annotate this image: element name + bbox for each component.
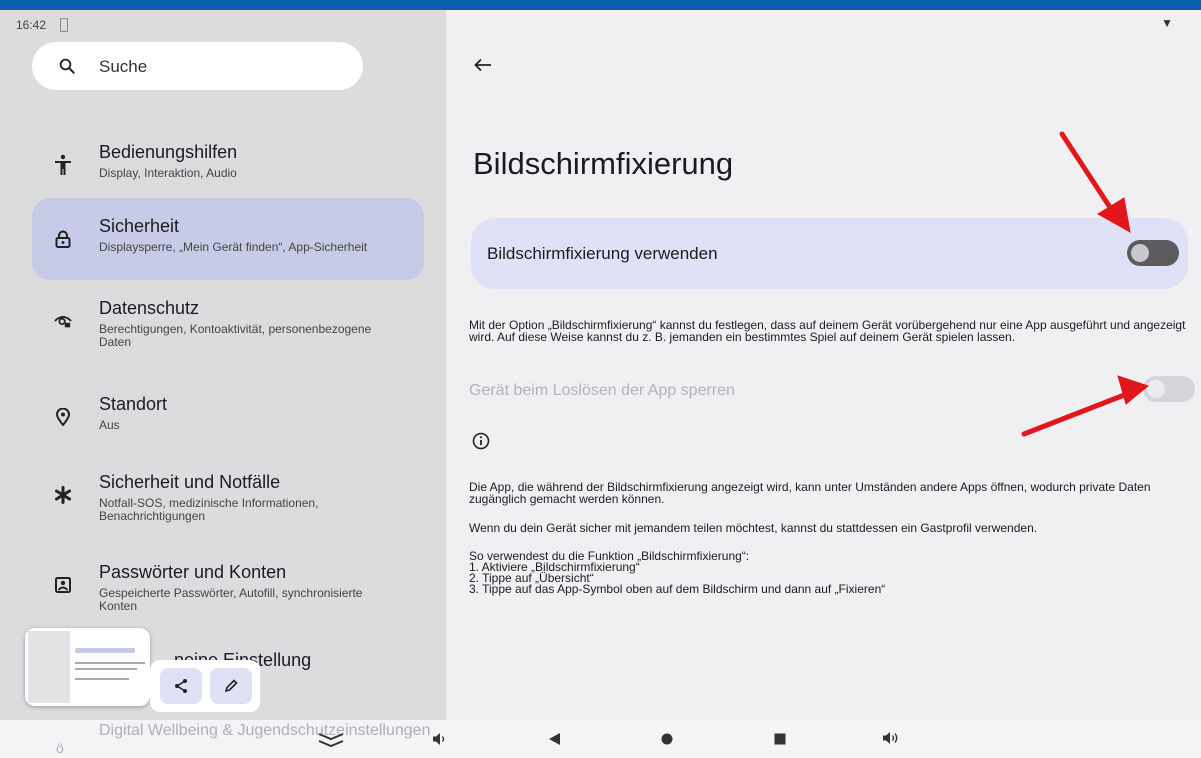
annotation-arrows <box>1021 131 1150 437</box>
volume-down-icon[interactable] <box>432 732 448 746</box>
home-circle-icon[interactable] <box>660 732 674 746</box>
recents-square-icon[interactable] <box>773 732 787 746</box>
annotation-arrowhead-1 <box>1097 197 1131 233</box>
volume-up-icon[interactable] <box>882 730 902 746</box>
annotation-arrowhead-2 <box>1117 375 1150 405</box>
back-triangle-icon[interactable] <box>547 732 561 746</box>
system-navigation-bar: Digital Wellbeing & Jugendschutzeinstell… <box>0 720 1201 758</box>
wellbeing-icon: ö <box>56 740 64 756</box>
sidebar-item-title-ghost: Digital Wellbeing & Jugendschutzeinstell… <box>99 722 431 739</box>
collapse-chevron-icon[interactable] <box>317 732 345 748</box>
annotation-arrow-1 <box>1059 131 1120 221</box>
annotation-arrow-2 <box>1021 389 1135 437</box>
